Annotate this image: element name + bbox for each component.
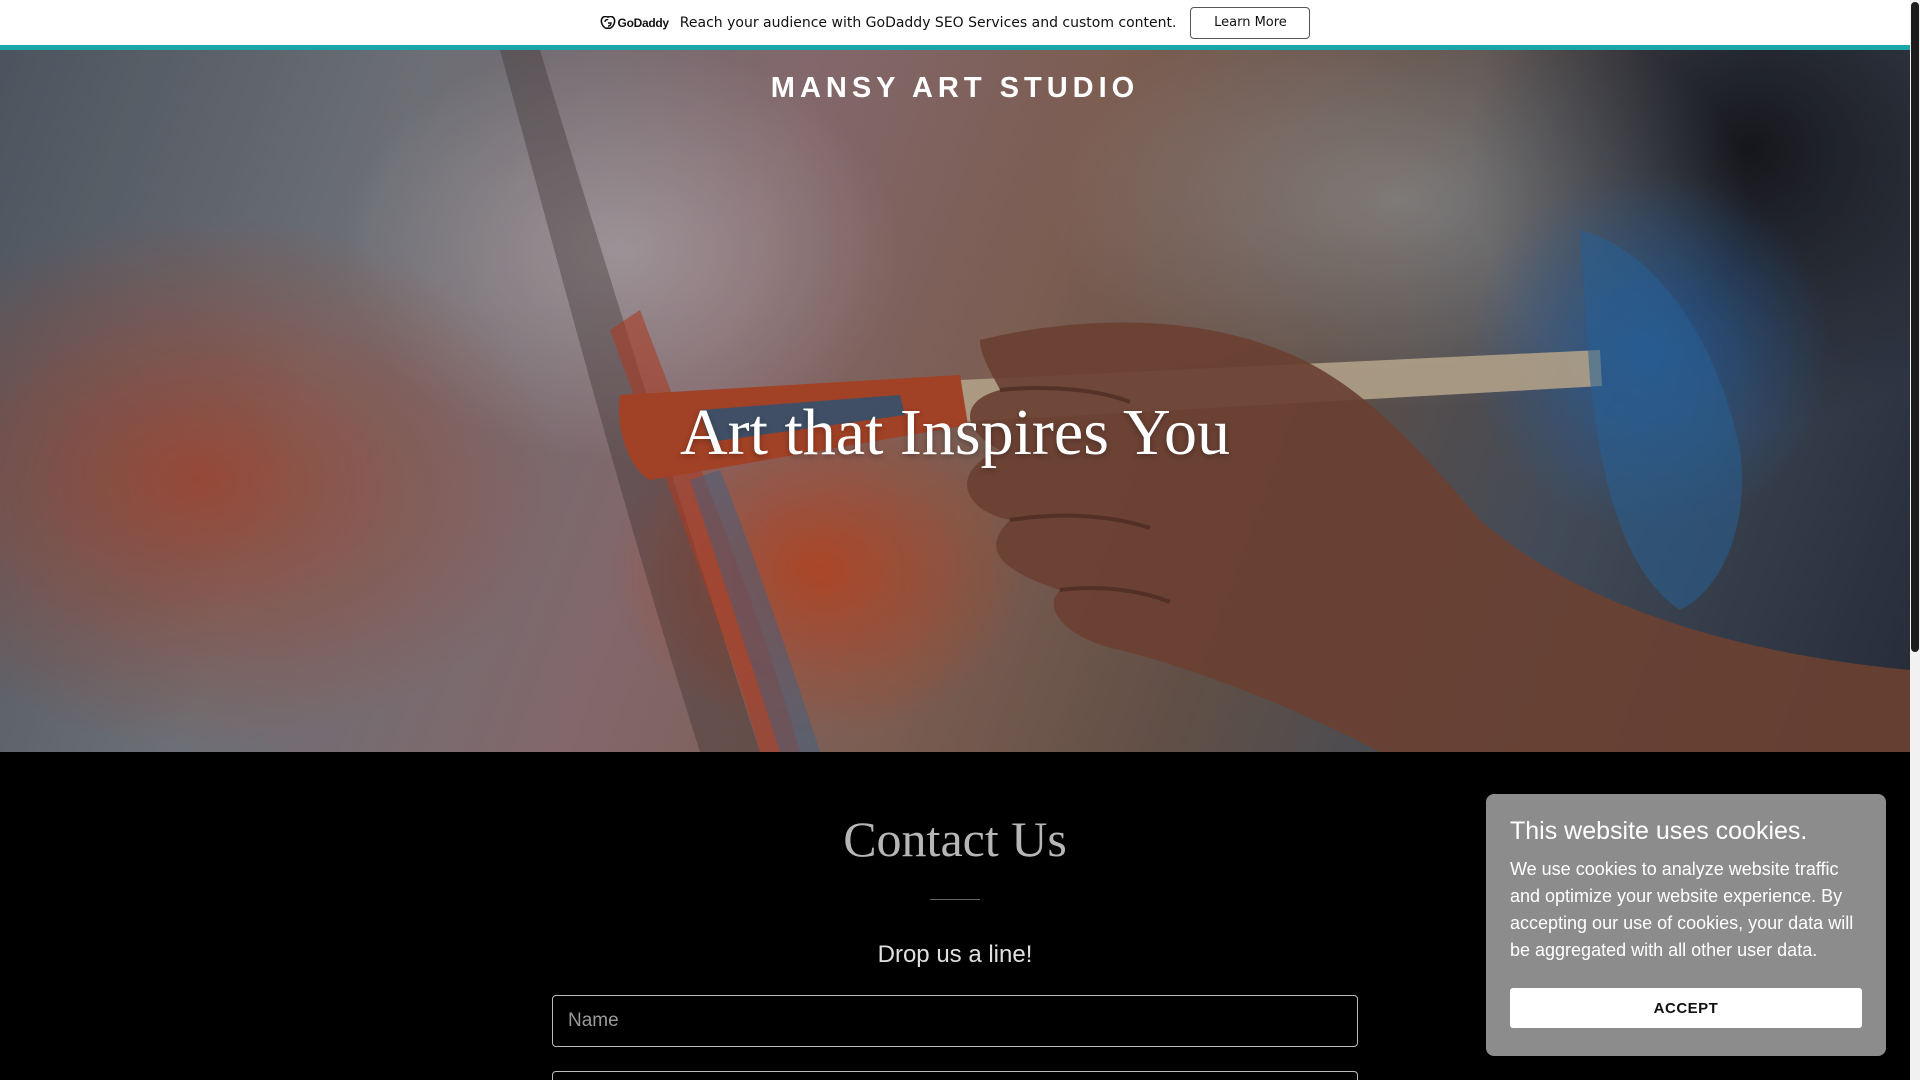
- cookie-notice: This website uses cookies. We use cookie…: [1486, 794, 1886, 1056]
- cookie-notice-title: This website uses cookies.: [1510, 817, 1808, 845]
- scrollbar-thumb[interactable]: [1911, 2, 1919, 652]
- godaddy-logo-text: GoDaddy: [617, 15, 670, 30]
- section-divider: [930, 899, 980, 900]
- email-input[interactable]: [552, 1071, 1358, 1080]
- site-title[interactable]: MANSY ART STUDIO: [0, 72, 1910, 105]
- page: GoDaddy Reach your audience with GoDaddy…: [0, 0, 1920, 1080]
- page-scrollbar[interactable]: [1910, 0, 1920, 1080]
- godaddy-logo: GoDaddy: [600, 15, 670, 30]
- name-input[interactable]: [552, 995, 1358, 1047]
- promo-banner: GoDaddy Reach your audience with GoDaddy…: [0, 0, 1910, 50]
- accept-cookies-button[interactable]: ACCEPT: [1510, 988, 1862, 1028]
- hero-headline: Art that Inspires You: [679, 396, 1230, 469]
- cookie-notice-body: We use cookies to analyze website traffi…: [1510, 859, 1854, 960]
- godaddy-logo-icon: [600, 15, 615, 29]
- promo-message: Reach your audience with GoDaddy SEO Ser…: [679, 14, 1177, 31]
- learn-more-button[interactable]: Learn More: [1190, 6, 1311, 39]
